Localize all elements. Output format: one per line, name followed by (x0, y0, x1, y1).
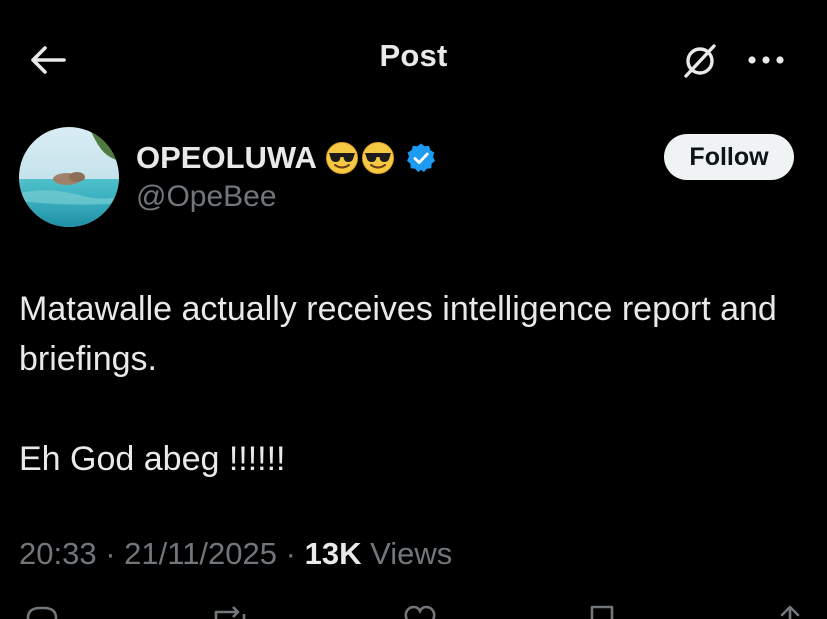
bookmark-icon[interactable] (582, 604, 622, 619)
meta-separator: · (105, 536, 116, 571)
post-date[interactable]: 21/11/2025 (124, 536, 277, 571)
verified-badge-icon[interactable] (405, 142, 437, 174)
grok-icon (684, 44, 716, 78)
post-text: Matawalle actually receives intelligence… (19, 284, 814, 484)
avatar[interactable] (19, 127, 119, 227)
reply-icon[interactable] (22, 604, 62, 619)
views-count[interactable]: 13K (305, 536, 362, 571)
more-horizontal-icon (748, 56, 784, 64)
post-text-line: Eh God abeg !!!!!! (19, 440, 286, 478)
meta-separator: · (285, 536, 296, 571)
post-text-line: Matawalle actually receives intelligence… (19, 290, 777, 378)
avatar-image (19, 127, 119, 227)
views-label: Views (370, 536, 453, 571)
post-author: OPEOLUWA @OpeBee Follow (0, 118, 827, 238)
post-time[interactable]: 20:33 (19, 536, 97, 571)
top-bar: Post (0, 0, 827, 118)
more-options-button[interactable] (740, 36, 792, 84)
sunglasses-emoji-icon (361, 142, 394, 174)
post-metadata: 20:33 · 21/11/2025 · 13K Views (19, 536, 452, 572)
share-icon[interactable] (770, 604, 810, 619)
like-icon[interactable] (400, 604, 440, 619)
display-name[interactable]: OPEOLUWA (136, 140, 317, 176)
sunglasses-emoji-icon (325, 142, 358, 174)
follow-button[interactable]: Follow (664, 134, 794, 180)
action-bar (0, 604, 827, 619)
display-name-row: OPEOLUWA (136, 138, 437, 178)
user-handle[interactable]: @OpeBee (136, 180, 277, 214)
repost-icon[interactable] (210, 604, 250, 619)
grok-button[interactable] (676, 36, 724, 84)
